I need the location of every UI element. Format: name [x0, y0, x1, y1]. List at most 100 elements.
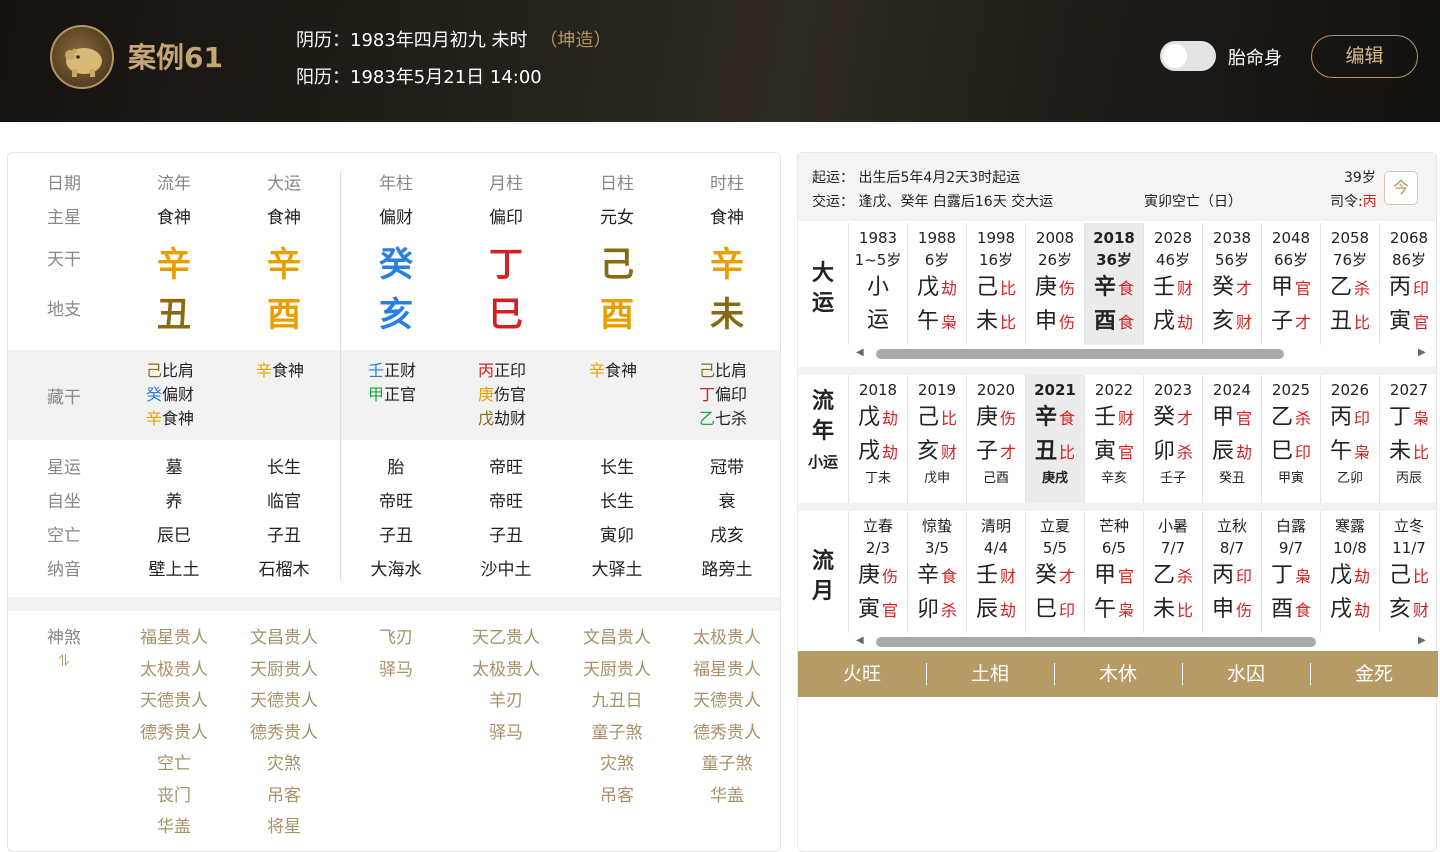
liuyue-stem: 癸才	[1026, 559, 1084, 593]
liuyue-column[interactable]: 惊蛰 3/5 辛食卯杀	[907, 511, 966, 633]
shensha-item[interactable]: 天德贵人	[671, 686, 783, 711]
wuxing-divider	[1310, 663, 1311, 685]
shensha-item[interactable]: 德秀贵人	[671, 718, 783, 743]
shensha-item[interactable]: 文昌贵人	[228, 623, 340, 648]
liunian-year: 2025	[1271, 381, 1311, 399]
liuyue-stem-ten-god: 才	[1059, 567, 1076, 586]
shensha-item[interactable]: 飞刃	[340, 623, 452, 648]
shensha-item[interactable]: 华盖	[671, 781, 783, 806]
liunian-stem-char: 丙	[1329, 405, 1352, 430]
earthly-branch: 酉	[267, 295, 301, 335]
scroll-right-arrow[interactable]: ▶	[1418, 635, 1426, 646]
shensha-item[interactable]: 灾煞	[561, 749, 673, 774]
shensha-item[interactable]: 九丑日	[561, 686, 673, 711]
liuyue-stem-ten-god: 比	[1413, 567, 1430, 586]
toggle-label: 胎命身	[1228, 48, 1282, 69]
liuyue-column[interactable]: 立春 2/3 庚伤寅官	[848, 511, 907, 633]
shensha-item[interactable]: 天厨贵人	[228, 655, 340, 680]
shensha-item[interactable]: 太极贵人	[450, 655, 562, 680]
liuyue-column[interactable]: 立夏 5/5 癸才巳印	[1025, 511, 1084, 633]
dayun-column[interactable]: 2048 66岁甲官子才	[1261, 223, 1320, 345]
self-seat: 长生	[600, 492, 634, 512]
shensha-item[interactable]: 将星	[228, 812, 340, 837]
dayun-column[interactable]: 2008 26岁庚伤申伤	[1025, 223, 1084, 345]
shensha-item[interactable]: 童子煞	[561, 718, 673, 743]
scroll-right-arrow[interactable]: ▶	[1418, 347, 1426, 358]
liuyue-column[interactable]: 芒种 6/5 甲官午枭	[1084, 511, 1143, 633]
horizontal-scrollbar[interactable]	[876, 349, 1284, 359]
shensha-item[interactable]: 童子煞	[671, 749, 783, 774]
scroll-left-arrow[interactable]: ◀	[856, 347, 864, 358]
dayun-branch-ten-god: 才	[1295, 313, 1312, 332]
dayun-column[interactable]: 2028 46岁壬财戌劫	[1143, 223, 1202, 345]
liunian-column[interactable]: 2021 辛食丑比庚戌	[1025, 375, 1084, 503]
dayun-column[interactable]: 1988 6岁戊劫午枭	[907, 223, 966, 345]
liuyue-column[interactable]: 清明 4/4 壬财辰劫	[966, 511, 1025, 633]
shensha-item[interactable]: 驿马	[450, 718, 562, 743]
hidden-stem-char: 辛	[256, 361, 273, 380]
dayun-column[interactable]: 1983 1~5岁小运	[848, 223, 907, 345]
liunian-column[interactable]: 2023 癸才卯杀壬子	[1143, 375, 1202, 503]
shensha-toggle-icon[interactable]: ⥮	[8, 651, 120, 671]
dayun-age: 66岁	[1273, 251, 1309, 269]
liunian-branch: 丑比	[1026, 435, 1084, 469]
shensha-item[interactable]: 天德贵人	[118, 686, 230, 711]
liunian-column[interactable]: 2019 己比亥财戊申	[907, 375, 966, 503]
shensha-item[interactable]: 驿马	[340, 655, 452, 680]
dayun-column[interactable]: 2018 36岁辛食酉食	[1084, 223, 1143, 345]
liuyue-column[interactable]: 立秋 8/7 丙印申伤	[1202, 511, 1261, 633]
shensha-item[interactable]: 文昌贵人	[561, 623, 673, 648]
liuyue-column[interactable]: 白露 9/7 丁枭酉食	[1261, 511, 1320, 633]
void-branches: 子丑	[489, 526, 523, 546]
liuyue-column[interactable]: 立冬 11/7 己比亥财	[1379, 511, 1438, 633]
dayun-branch-ten-god: 劫	[1177, 313, 1194, 332]
liunian-branch-ten-god: 枭	[1354, 443, 1371, 462]
liuyue-column[interactable]: 寒露 10/8 戊劫戌劫	[1320, 511, 1379, 633]
dayun-branch: 寅官	[1380, 305, 1438, 339]
liunian-column[interactable]: 2022 壬财寅官辛亥	[1084, 375, 1143, 503]
shensha-item[interactable]: 灾煞	[228, 749, 340, 774]
gender-label: （坤造）	[539, 30, 612, 51]
shensha-item[interactable]: 丧门	[118, 781, 230, 806]
shensha-item[interactable]: 天乙贵人	[450, 623, 562, 648]
liunian-column[interactable]: 2027 丁枭未比丙辰	[1379, 375, 1438, 503]
shensha-item[interactable]: 太极贵人	[671, 623, 783, 648]
shensha-item[interactable]: 空亡	[118, 749, 230, 774]
shensha-item[interactable]: 德秀贵人	[118, 718, 230, 743]
shensha-item[interactable]: 天德贵人	[228, 686, 340, 711]
edit-button[interactable]: 编辑	[1311, 35, 1418, 78]
earthly-branch: 酉	[600, 295, 634, 335]
dayun-column[interactable]: 2038 56岁癸才亥财	[1202, 223, 1261, 345]
shensha-item[interactable]: 吊客	[228, 781, 340, 806]
scroll-left-arrow[interactable]: ◀	[856, 635, 864, 646]
shensha-item[interactable]: 羊刃	[450, 686, 562, 711]
shensha-item[interactable]: 福星贵人	[671, 655, 783, 680]
dayun-column[interactable]: 1998 16岁己比未比	[966, 223, 1025, 345]
liunian-branch: 寅官	[1085, 435, 1143, 469]
solar-term-date: 5/5	[1042, 539, 1068, 557]
liunian-column[interactable]: 2018 戊劫戌劫丁未	[848, 375, 907, 503]
dayun-stem-ten-god: 印	[1413, 279, 1430, 298]
calendar-today-icon[interactable]: 今	[1384, 171, 1418, 205]
dayun-column[interactable]: 2058 76岁乙杀丑比	[1320, 223, 1379, 345]
liunian-year: 2024	[1212, 381, 1252, 399]
shensha-item[interactable]: 华盖	[118, 812, 230, 837]
qiyun-text: 起运： 出生后5年4月2天3时起运	[812, 170, 1021, 186]
shensha-item[interactable]: 德秀贵人	[228, 718, 340, 743]
liunian-column[interactable]: 2026 丙印午枭乙卯	[1320, 375, 1379, 503]
shensha-item[interactable]: 天厨贵人	[561, 655, 673, 680]
liunian-column[interactable]: 2025 乙杀巳印甲寅	[1261, 375, 1320, 503]
hidden-stem-item: 乙七杀	[699, 407, 783, 431]
liunian-stem-char: 壬	[1093, 405, 1116, 430]
liuyue-column[interactable]: 小暑 7/7 乙杀未比	[1143, 511, 1202, 633]
shensha-item[interactable]: 福星贵人	[118, 623, 230, 648]
liunian-year: 2019	[917, 381, 957, 399]
horizontal-scrollbar[interactable]	[876, 637, 1316, 647]
liunian-column[interactable]: 2024 甲官辰劫癸丑	[1202, 375, 1261, 503]
solar-term: 清明	[980, 517, 1011, 535]
dayun-column[interactable]: 2068 86岁丙印寅官	[1379, 223, 1438, 345]
shensha-item[interactable]: 太极贵人	[118, 655, 230, 680]
taimingshen-toggle[interactable]	[1160, 41, 1216, 71]
liunian-column[interactable]: 2020 庚伤子才己酉	[966, 375, 1025, 503]
shensha-item[interactable]: 吊客	[561, 781, 673, 806]
